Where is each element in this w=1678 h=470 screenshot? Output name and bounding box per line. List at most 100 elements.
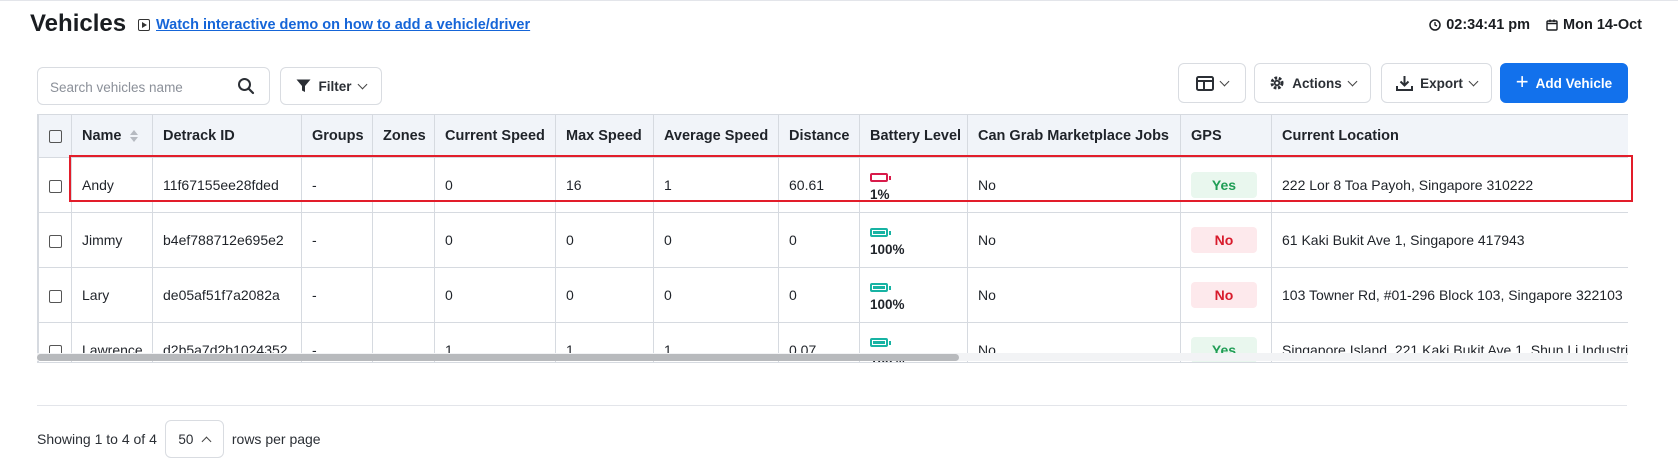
average-speed: 0 bbox=[653, 267, 779, 323]
search-box bbox=[37, 67, 270, 106]
battery-full-icon bbox=[870, 337, 891, 347]
actions-button[interactable]: Actions bbox=[1254, 63, 1371, 103]
row-checkbox[interactable] bbox=[48, 234, 62, 248]
gps-status-badge: Yes bbox=[1191, 172, 1257, 198]
vehicle-name[interactable]: Lary bbox=[71, 267, 153, 323]
vehicle-name[interactable]: Jimmy bbox=[71, 212, 153, 268]
export-label: Export bbox=[1420, 75, 1463, 91]
column-header-battery-level: Battery Level bbox=[859, 114, 968, 158]
current-date: Mon 14-Oct bbox=[1563, 17, 1642, 33]
max-speed: 0 bbox=[555, 267, 654, 323]
export-button[interactable]: Export bbox=[1381, 63, 1492, 103]
zones bbox=[372, 157, 435, 213]
column-header-average-speed: Average Speed bbox=[653, 114, 779, 158]
marketplace-jobs: No bbox=[967, 157, 1181, 213]
column-header-current-location: Current Location bbox=[1271, 114, 1628, 158]
vehicle-name[interactable]: Andy bbox=[71, 157, 153, 213]
column-header-groups: Groups bbox=[301, 114, 373, 158]
max-speed: 0 bbox=[555, 212, 654, 268]
battery-percent: 100% bbox=[870, 241, 905, 257]
actions-label: Actions bbox=[1292, 75, 1342, 91]
horizontal-scrollbar-thumb[interactable] bbox=[37, 354, 959, 361]
vehicles-table: Name Detrack ID Groups Zones Current Spe… bbox=[38, 114, 1628, 362]
column-header-marketplace-jobs: Can Grab Marketplace Jobs bbox=[967, 114, 1181, 158]
current-location: 103 Towner Rd, #01-296 Block 103, Singap… bbox=[1271, 267, 1628, 323]
chevron-down-icon bbox=[1219, 76, 1230, 86]
clock: 02:34:41 pm Mon 14-Oct bbox=[1429, 17, 1642, 33]
table-row[interactable]: Andy 11f67155ee28fded - 0 16 1 60.61 1% … bbox=[38, 157, 1628, 213]
current-speed: 0 bbox=[434, 157, 556, 213]
rows-per-page-label: rows per page bbox=[231, 431, 321, 447]
current-time: 02:34:41 pm bbox=[1446, 17, 1531, 33]
battery-cell: 100% bbox=[859, 267, 968, 323]
groups: - bbox=[301, 212, 373, 268]
distance: 0 bbox=[778, 212, 860, 268]
table-row[interactable]: Jimmy b4ef788712e695e2 - 0 0 0 0 100% No… bbox=[38, 212, 1628, 268]
demo-link[interactable]: Watch interactive demo on how to add a v… bbox=[156, 17, 530, 33]
sort-icon[interactable] bbox=[129, 130, 138, 143]
detrack-id: de05af51f7a2082a bbox=[152, 267, 302, 323]
current-location: 222 Lor 8 Toa Payoh, Singapore 310222 bbox=[1271, 157, 1628, 213]
demo-link-container: Watch interactive demo on how to add a v… bbox=[138, 17, 530, 33]
play-icon bbox=[138, 19, 150, 31]
battery-percent: 100% bbox=[870, 296, 905, 312]
column-header-name[interactable]: Name bbox=[71, 114, 153, 158]
average-speed: 1 bbox=[653, 157, 779, 213]
add-vehicle-button[interactable]: + Add Vehicle bbox=[1500, 63, 1628, 103]
average-speed: 0 bbox=[653, 212, 779, 268]
current-speed: 0 bbox=[434, 212, 556, 268]
zones bbox=[372, 212, 435, 268]
battery-cell: 1% bbox=[859, 157, 968, 213]
clock-icon bbox=[1429, 19, 1441, 31]
filter-button[interactable]: Filter bbox=[280, 67, 382, 105]
detrack-id: 11f67155ee28fded bbox=[152, 157, 302, 213]
table-row[interactable]: Lary de05af51f7a2082a - 0 0 0 0 100% No … bbox=[38, 267, 1628, 323]
gps-cell: Yes bbox=[1180, 157, 1272, 213]
plus-icon: + bbox=[1515, 69, 1529, 94]
gps-status-badge: No bbox=[1191, 282, 1257, 308]
filter-icon bbox=[296, 79, 311, 92]
gps-status-badge: No bbox=[1191, 227, 1257, 253]
chevron-down-icon bbox=[1468, 76, 1479, 86]
gps-cell: No bbox=[1180, 267, 1272, 323]
download-icon bbox=[1396, 76, 1414, 91]
current-speed: 0 bbox=[434, 267, 556, 323]
marketplace-jobs: No bbox=[967, 212, 1181, 268]
max-speed: 16 bbox=[555, 157, 654, 213]
rows-per-page-select[interactable]: 50 bbox=[164, 420, 224, 458]
columns-button[interactable] bbox=[1178, 63, 1246, 103]
row-select-cell bbox=[38, 157, 72, 213]
column-header-max-speed: Max Speed bbox=[555, 114, 654, 158]
battery-full-icon bbox=[870, 227, 891, 237]
battery-low-icon bbox=[870, 172, 891, 182]
pagination-footer: Showing 1 to 4 of 4 50 rows per page bbox=[37, 420, 321, 458]
row-select-cell bbox=[38, 212, 72, 268]
calendar-icon bbox=[1546, 19, 1558, 31]
add-vehicle-label: Add Vehicle bbox=[1535, 75, 1613, 91]
gear-icon bbox=[1270, 76, 1284, 90]
select-all-cell bbox=[38, 114, 72, 158]
showing-count: Showing 1 to 4 of 4 bbox=[37, 431, 157, 447]
search-icon[interactable] bbox=[237, 77, 255, 95]
footer-divider bbox=[37, 405, 1627, 406]
search-input[interactable] bbox=[38, 68, 232, 106]
row-checkbox[interactable] bbox=[48, 179, 62, 193]
battery-cell: 100% bbox=[859, 212, 968, 268]
marketplace-jobs: No bbox=[967, 267, 1181, 323]
rows-per-page-value: 50 bbox=[178, 431, 194, 447]
top-divider bbox=[0, 0, 1678, 1]
distance: 60.61 bbox=[778, 157, 860, 213]
column-header-gps: GPS bbox=[1180, 114, 1272, 158]
column-header-distance: Distance bbox=[778, 114, 860, 158]
vehicles-table-container: Name Detrack ID Groups Zones Current Spe… bbox=[37, 114, 1628, 363]
gps-cell: No bbox=[1180, 212, 1272, 268]
chevron-down-icon bbox=[357, 79, 367, 89]
select-all-checkbox[interactable] bbox=[48, 129, 62, 143]
zones bbox=[372, 267, 435, 323]
row-checkbox[interactable] bbox=[48, 289, 62, 303]
groups: - bbox=[301, 267, 373, 323]
groups: - bbox=[301, 157, 373, 213]
chevron-up-icon bbox=[201, 436, 212, 446]
column-header-detrack-id: Detrack ID bbox=[152, 114, 302, 158]
distance: 0 bbox=[778, 267, 860, 323]
